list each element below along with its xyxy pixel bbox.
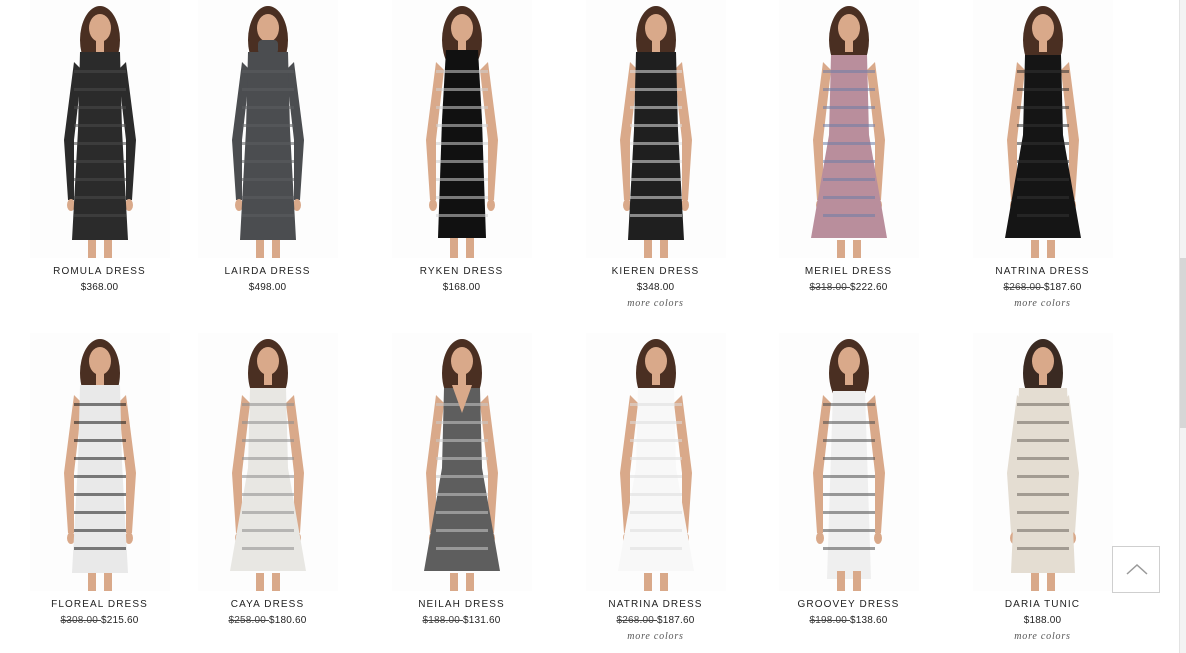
product-image[interactable] (585, 333, 726, 591)
product-image[interactable] (29, 0, 170, 258)
more-colors-link[interactable]: more colors (946, 298, 1139, 309)
product-image[interactable] (778, 333, 919, 591)
product-card[interactable]: LAIRDA DRESS $498.00 (171, 0, 364, 293)
product-price: $268.00 $187.60 (946, 282, 1139, 293)
product-card[interactable]: FLOREAL DRESS $308.00 $215.60 (3, 333, 196, 626)
product-price: $188.00 $131.60 (365, 615, 558, 626)
product-figure (619, 6, 692, 258)
product-figure (231, 6, 304, 258)
product-image[interactable] (585, 0, 726, 258)
sale-price: $131.60 (462, 615, 501, 626)
product-name[interactable]: RYKEN DRESS (365, 266, 558, 277)
sale-price: $215.60 (100, 615, 139, 626)
product-price: $198.00 $138.60 (752, 615, 945, 626)
product-card[interactable]: CAYA DRESS $258.00 $180.60 (171, 333, 364, 626)
product-name[interactable]: FLOREAL DRESS (3, 599, 196, 610)
product-card[interactable]: MERIEL DRESS $318.00 $222.60 (752, 0, 945, 293)
product-figure (63, 339, 136, 591)
more-colors-link[interactable]: more colors (559, 631, 752, 642)
product-figure (1006, 339, 1079, 591)
sale-price: $180.60 (268, 615, 307, 626)
product-card[interactable]: NATRINA DRESS $268.00 $187.60 more colors (946, 0, 1139, 309)
sale-price: $138.60 (849, 615, 888, 626)
product-grid: ROMULA DRESS $368.00 LAIRDA DRESS $498.00 RY… (0, 0, 1186, 653)
product-price: $318.00 $222.60 (752, 282, 945, 293)
product-card[interactable]: NEILAH DRESS $188.00 $131.60 (365, 333, 558, 626)
sale-price: $187.60 (656, 615, 695, 626)
product-figure (810, 6, 887, 258)
product-figure (229, 339, 306, 591)
product-figure (617, 339, 694, 591)
product-figure (425, 6, 498, 258)
more-colors-link[interactable]: more colors (946, 631, 1139, 642)
product-image[interactable] (391, 333, 532, 591)
product-image[interactable] (197, 333, 338, 591)
product-name[interactable]: DARIA TUNIC (946, 599, 1139, 610)
original-price: $308.00 (60, 615, 101, 626)
product-price: $348.00 (636, 282, 675, 293)
original-price: $258.00 (228, 615, 269, 626)
product-name[interactable]: ROMULA DRESS (3, 266, 196, 277)
original-price: $268.00 (1003, 282, 1044, 293)
product-price: $498.00 (248, 282, 287, 293)
product-image[interactable] (197, 0, 338, 258)
original-price: $318.00 (809, 282, 850, 293)
chevron-up-icon (1126, 563, 1148, 575)
product-price: $308.00 $215.60 (3, 615, 196, 626)
product-name[interactable]: LAIRDA DRESS (171, 266, 364, 277)
product-name[interactable]: MERIEL DRESS (752, 266, 945, 277)
original-price: $198.00 (809, 615, 850, 626)
product-card[interactable]: RYKEN DRESS $168.00 (365, 0, 558, 293)
product-image[interactable] (778, 0, 919, 258)
product-price: $168.00 (442, 282, 481, 293)
product-card[interactable]: DARIA TUNIC $188.00 more colors (946, 333, 1139, 642)
product-image[interactable] (972, 333, 1113, 591)
product-card[interactable]: KIEREN DRESS $348.00 more colors (559, 0, 752, 309)
product-name[interactable]: NATRINA DRESS (559, 599, 752, 610)
product-figure (812, 339, 885, 591)
product-image[interactable] (391, 0, 532, 258)
scrollbar-thumb[interactable] (1180, 258, 1186, 428)
product-price: $188.00 (1023, 615, 1062, 626)
product-name[interactable]: NEILAH DRESS (365, 599, 558, 610)
product-name[interactable]: CAYA DRESS (171, 599, 364, 610)
product-card[interactable]: GROOVEY DRESS $198.00 $138.60 (752, 333, 945, 626)
product-name[interactable]: NATRINA DRESS (946, 266, 1139, 277)
sale-price: $187.60 (1043, 282, 1082, 293)
product-name[interactable]: KIEREN DRESS (559, 266, 752, 277)
product-figure (63, 6, 136, 258)
original-price: $188.00 (422, 615, 463, 626)
product-price: $268.00 $187.60 (559, 615, 752, 626)
product-image[interactable] (972, 0, 1113, 258)
product-image[interactable] (29, 333, 170, 591)
product-name[interactable]: GROOVEY DRESS (752, 599, 945, 610)
more-colors-link[interactable]: more colors (559, 298, 752, 309)
product-price: $258.00 $180.60 (171, 615, 364, 626)
product-price: $368.00 (80, 282, 119, 293)
original-price: $268.00 (616, 615, 657, 626)
product-card[interactable]: NATRINA DRESS $268.00 $187.60 more colors (559, 333, 752, 642)
back-to-top-button[interactable] (1112, 546, 1160, 593)
sale-price: $222.60 (849, 282, 888, 293)
product-figure (1004, 6, 1081, 258)
product-card[interactable]: ROMULA DRESS $368.00 (3, 0, 196, 293)
product-figure (423, 339, 500, 591)
